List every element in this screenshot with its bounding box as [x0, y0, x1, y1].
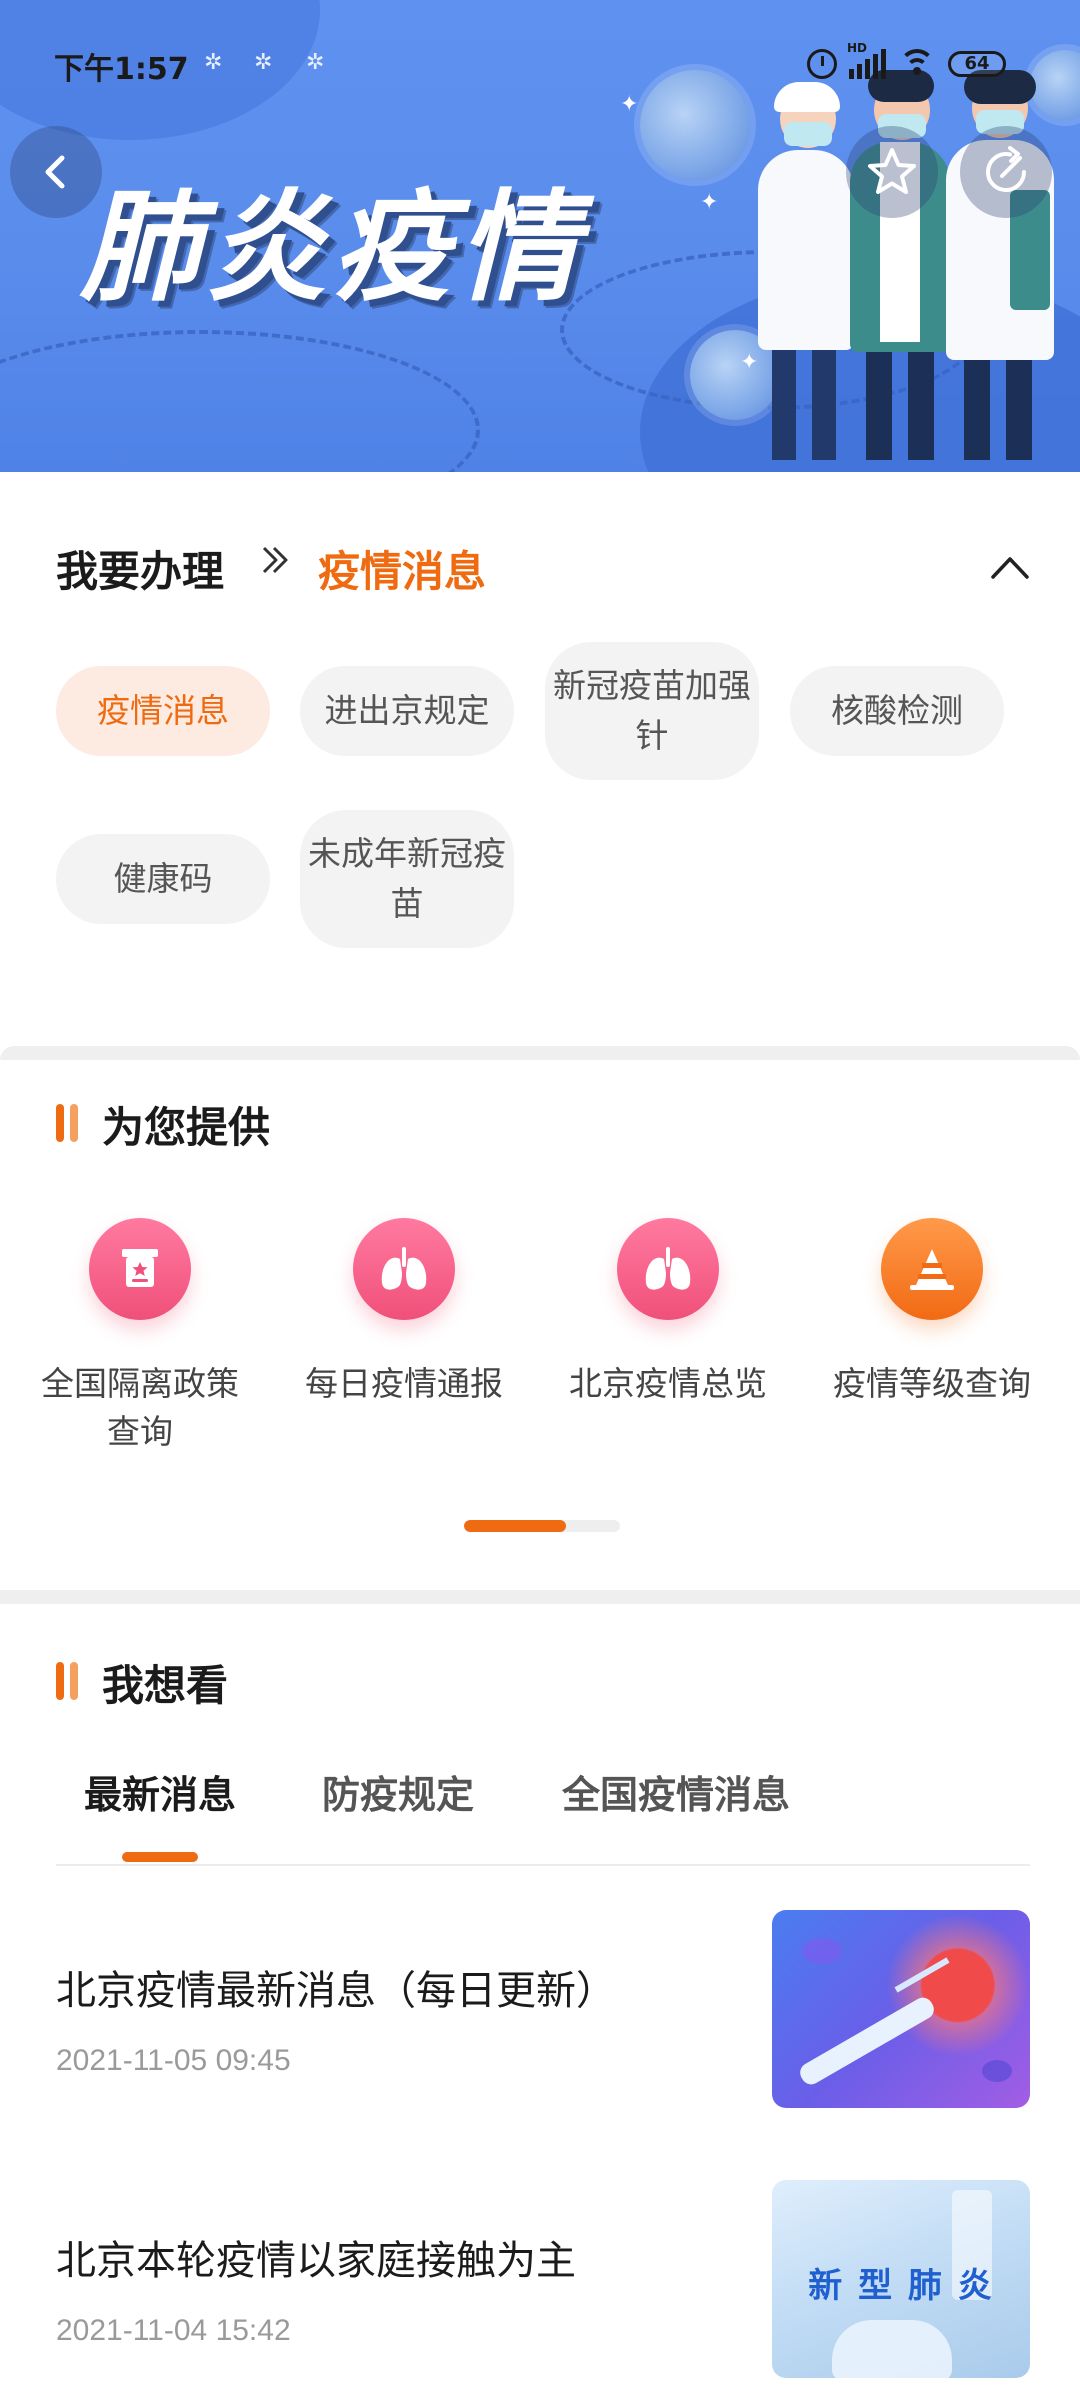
current-category: 疫情消息 — [318, 547, 487, 596]
news-time: 2021-11-05 09:45 — [56, 2044, 291, 2077]
star-icon — [868, 148, 916, 194]
notification-icon: ✲ — [204, 50, 223, 75]
share-button[interactable] — [960, 126, 1052, 218]
section-title: 为您提供 — [56, 1094, 270, 1155]
lungs-icon — [617, 1218, 719, 1320]
section-divider — [0, 1046, 1080, 1060]
tab-prevention-rules[interactable]: 防疫规定 — [322, 1764, 474, 1819]
chevron-left-icon — [45, 155, 65, 189]
news-title: 北京疫情最新消息（每日更新） — [56, 1968, 616, 2014]
news-thumbnail — [772, 1910, 1030, 2108]
signal-icon: HD — [847, 41, 886, 79]
title-decoration — [56, 1104, 80, 1142]
news-title: 北京本轮疫情以家庭接触为主 — [56, 2238, 576, 2284]
lungs-icon — [353, 1218, 455, 1320]
double-chevron-right-icon — [262, 546, 288, 574]
banner: ✦ ✦ ✦ 肺炎疫情 下午1:57 ✲ ✲ ✲ HD 64 — [0, 0, 1080, 472]
battery-indicator: 64 — [948, 51, 1006, 77]
handle-section: 我要办理 疫情消息 疫情消息 进出京规定 新冠疫苗加强针 核酸检测 健康码 未成… — [0, 472, 1080, 1042]
status-bar: 下午1:57 ✲ ✲ ✲ HD 64 — [54, 41, 1026, 87]
banner-title: 肺炎疫情 — [80, 179, 584, 318]
wifi-icon — [898, 49, 936, 79]
service-beijing-overview[interactable]: 北京疫情总览 — [568, 1218, 768, 1408]
carousel-indicator-active — [464, 1520, 566, 1532]
section-title-text: 我想看 — [102, 1661, 229, 1710]
chip-epidemic-news[interactable]: 疫情消息 — [56, 666, 270, 756]
chip-nucleic-test[interactable]: 核酸检测 — [790, 666, 1004, 756]
news-thumbnail: 新 型 肺 炎 — [772, 2180, 1030, 2378]
notification-icon: ✲ — [306, 50, 325, 75]
collapse-button[interactable] — [990, 554, 1030, 580]
tab-latest-news[interactable]: 最新消息 — [84, 1764, 236, 1819]
news-item[interactable]: 北京疫情最新消息（每日更新） 2021-11-05 09:45 — [56, 1910, 1030, 2110]
chip-booster-vaccine[interactable]: 新冠疫苗加强针 — [545, 642, 759, 780]
chevron-up-icon — [991, 557, 1029, 579]
chip-beijing-rules[interactable]: 进出京规定 — [300, 666, 514, 756]
back-button[interactable] — [10, 126, 102, 218]
network-badge: HD — [847, 41, 868, 55]
sparkle-icon: ✦ — [620, 92, 639, 117]
virus-illustration — [640, 70, 750, 180]
service-label: 全国隔离政策查询 — [41, 1364, 239, 1451]
tab-divider — [56, 1864, 1030, 1866]
policy-icon — [89, 1218, 191, 1320]
status-time: 下午1:57 — [54, 52, 189, 87]
active-tab-indicator — [122, 1852, 198, 1862]
alarm-icon — [807, 49, 837, 79]
tab-national-news[interactable]: 全国疫情消息 — [562, 1764, 790, 1819]
carousel-indicator — [464, 1520, 620, 1532]
section-title: 我想看 — [56, 1652, 228, 1713]
service-label: 每日疫情通报 — [305, 1364, 503, 1403]
title-decoration — [56, 1662, 80, 1700]
section-divider — [0, 1590, 1080, 1604]
news-item[interactable]: 北京本轮疫情以家庭接触为主 2021-11-04 15:42 新 型 肺 炎 — [56, 2180, 1030, 2380]
service-label: 疫情等级查询 — [833, 1364, 1031, 1403]
thumbnail-caption: 新 型 肺 炎 — [808, 2266, 994, 2306]
chip-minor-vaccine[interactable]: 未成年新冠疫苗 — [300, 810, 514, 948]
favorite-button[interactable] — [846, 126, 938, 218]
notification-icon: ✲ — [254, 50, 273, 75]
chip-health-code[interactable]: 健康码 — [56, 834, 270, 924]
cone-icon — [881, 1218, 983, 1320]
section-title-text: 为您提供 — [102, 1103, 271, 1152]
section-title: 我要办理 — [56, 547, 225, 596]
service-label: 北京疫情总览 — [569, 1364, 767, 1403]
service-quarantine-policy[interactable]: 全国隔离政策查询 — [40, 1218, 240, 1456]
banner-decoration — [0, 330, 480, 472]
service-risk-level[interactable]: 疫情等级查询 — [832, 1218, 1032, 1408]
news-time: 2021-11-04 15:42 — [56, 2314, 291, 2347]
share-icon — [986, 146, 1027, 193]
sparkle-icon: ✦ — [700, 190, 719, 215]
service-daily-report[interactable]: 每日疫情通报 — [304, 1218, 504, 1408]
